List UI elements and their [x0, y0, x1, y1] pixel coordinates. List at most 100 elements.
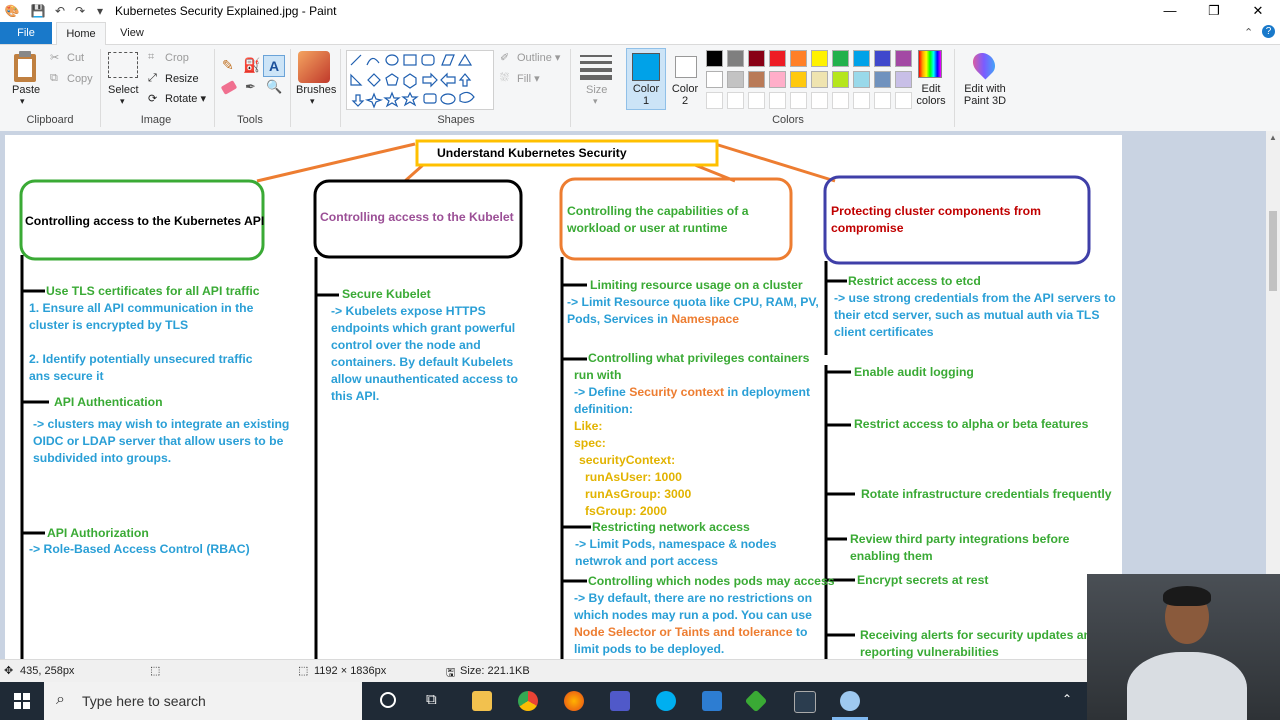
color-picker-icon[interactable]: ✒: [245, 79, 256, 95]
palette-swatch[interactable]: [874, 50, 891, 67]
edit-colors-icon[interactable]: [918, 50, 942, 78]
firefox-icon[interactable]: [564, 691, 584, 711]
palette-swatch[interactable]: [895, 50, 912, 67]
select-button[interactable]: [108, 52, 138, 78]
maximize-button[interactable]: ❐: [1192, 0, 1236, 22]
crop-icon: ⌗: [148, 51, 155, 63]
file-explorer-icon[interactable]: [472, 691, 492, 711]
cut-button[interactable]: ✂ Cut: [50, 51, 84, 65]
snipping-tool-icon[interactable]: [794, 691, 816, 713]
palette-swatch[interactable]: [853, 50, 870, 67]
chrome-icon[interactable]: [518, 691, 538, 711]
pencil-icon[interactable]: ✎: [222, 57, 234, 74]
title-bar: 🎨 💾 ↶ ↷ ▾ Kubernetes Security Explained.…: [0, 0, 1280, 22]
redo-icon[interactable]: ↷: [72, 3, 88, 19]
eraser-icon[interactable]: [220, 80, 238, 95]
col3-heading: Controlling the capabilities of a: [567, 204, 749, 218]
col1-text: -> clusters may wish to integrate an exi…: [33, 417, 290, 431]
resize-button[interactable]: ⤢ Resize: [148, 72, 199, 86]
palette-swatch-empty[interactable]: [748, 92, 765, 109]
text-tool-icon[interactable]: A: [263, 55, 285, 77]
paint-app-icon: 🎨: [4, 4, 20, 18]
palette-swatch[interactable]: [706, 71, 723, 88]
customize-toolbar-icon[interactable]: ▾: [92, 3, 108, 19]
palette-swatch[interactable]: [727, 71, 744, 88]
palette-swatch-empty[interactable]: [853, 92, 870, 109]
paint3d-icon[interactable]: [968, 48, 1000, 80]
brushes-chevron-icon[interactable]: ▾: [310, 96, 315, 107]
palette-swatch[interactable]: [769, 50, 786, 67]
size-icon[interactable]: [580, 53, 612, 80]
palette-swatch-empty[interactable]: [895, 92, 912, 109]
paint-taskbar-icon[interactable]: [840, 691, 860, 711]
rotate-button[interactable]: ⟳ Rotate ▾: [148, 92, 206, 106]
scrollbar-thumb[interactable]: [1269, 211, 1277, 291]
windows-start-icon[interactable]: [14, 693, 30, 709]
brushes-icon[interactable]: [298, 51, 330, 83]
palette-swatch[interactable]: [832, 71, 849, 88]
palette-swatch-empty[interactable]: [790, 92, 807, 109]
tab-file[interactable]: File: [0, 22, 52, 44]
palette-swatch-empty[interactable]: [769, 92, 786, 109]
undo-icon[interactable]: ↶: [52, 3, 68, 19]
col3-text: Like:: [574, 419, 603, 433]
palette-swatch[interactable]: [811, 71, 828, 88]
palette-swatch[interactable]: [811, 50, 828, 67]
scroll-up-icon[interactable]: ▲: [1269, 133, 1277, 142]
palette-swatch[interactable]: [874, 71, 891, 88]
col1-text: 1. Ensure all API communication in the: [29, 301, 254, 315]
fill-bucket-icon[interactable]: ⛽: [243, 57, 260, 74]
tab-view[interactable]: View: [108, 22, 156, 44]
tray-chevron-icon[interactable]: ⌃: [1062, 692, 1072, 706]
outline-button[interactable]: ✐ Outline ▾: [500, 51, 560, 65]
teams-icon[interactable]: [610, 691, 630, 711]
palette-swatch-empty[interactable]: [874, 92, 891, 109]
palette-swatch[interactable]: [790, 50, 807, 67]
palette-swatch[interactable]: [853, 71, 870, 88]
crop-button[interactable]: ⌗ Crop: [148, 51, 189, 65]
shapes-gallery[interactable]: [346, 50, 494, 110]
palette-swatch[interactable]: [790, 71, 807, 88]
col4-text: Restrict access to etcd: [848, 274, 981, 288]
save-icon[interactable]: 💾: [30, 3, 46, 19]
help-icon[interactable]: ?: [1262, 25, 1275, 38]
close-button[interactable]: ✕: [1236, 0, 1280, 22]
size-chevron-icon[interactable]: ▾: [593, 96, 598, 107]
search-icon: ⌕: [56, 691, 65, 708]
select-chevron-icon[interactable]: ▾: [120, 96, 125, 107]
col4-text: Encrypt secrets at rest: [857, 573, 989, 587]
palette-swatch-empty[interactable]: [706, 92, 723, 109]
paste-chevron-icon[interactable]: ▾: [20, 96, 25, 107]
palette-swatch[interactable]: [895, 71, 912, 88]
paste-button[interactable]: [10, 50, 40, 84]
magnifier-icon[interactable]: 🔍: [266, 79, 282, 95]
col3-text: run with: [574, 368, 622, 382]
image-dimensions: 1192 × 1836px: [314, 665, 387, 677]
col4-text: Review third party integrations before: [850, 532, 1070, 546]
palette-swatch[interactable]: [769, 71, 786, 88]
palette-swatch-empty[interactable]: [811, 92, 828, 109]
col4-heading: compromise: [831, 221, 904, 235]
palette-swatch-empty[interactable]: [727, 92, 744, 109]
palette-swatch[interactable]: [727, 50, 744, 67]
cortana-icon[interactable]: [380, 692, 396, 708]
image-canvas[interactable]: Understand Kubernetes Security Controlli…: [5, 135, 1122, 659]
col3-text: Pods, Services in Namespace: [567, 312, 740, 326]
palette-swatch-empty[interactable]: [832, 92, 849, 109]
skype-icon[interactable]: [656, 691, 676, 711]
git-app-icon[interactable]: [744, 689, 768, 713]
taskbar-search-box[interactable]: ⌕ Type here to search: [44, 682, 362, 720]
palette-swatch[interactable]: [832, 50, 849, 67]
minimize-button[interactable]: —: [1148, 0, 1192, 22]
task-view-icon[interactable]: ⧉: [426, 691, 437, 708]
copy-button[interactable]: ⧉ Copy: [50, 72, 93, 86]
fill-button[interactable]: ⛆ Fill ▾: [500, 72, 540, 86]
remote-desktop-icon[interactable]: [702, 691, 722, 711]
collapse-ribbon-icon[interactable]: ⌃: [1244, 26, 1253, 39]
palette-swatch[interactable]: [748, 71, 765, 88]
col4-text: Enable audit logging: [854, 365, 974, 379]
tab-home[interactable]: Home: [56, 22, 106, 45]
palette-swatch[interactable]: [748, 50, 765, 67]
palette-swatch[interactable]: [706, 50, 723, 67]
color2-button[interactable]: [675, 56, 697, 78]
